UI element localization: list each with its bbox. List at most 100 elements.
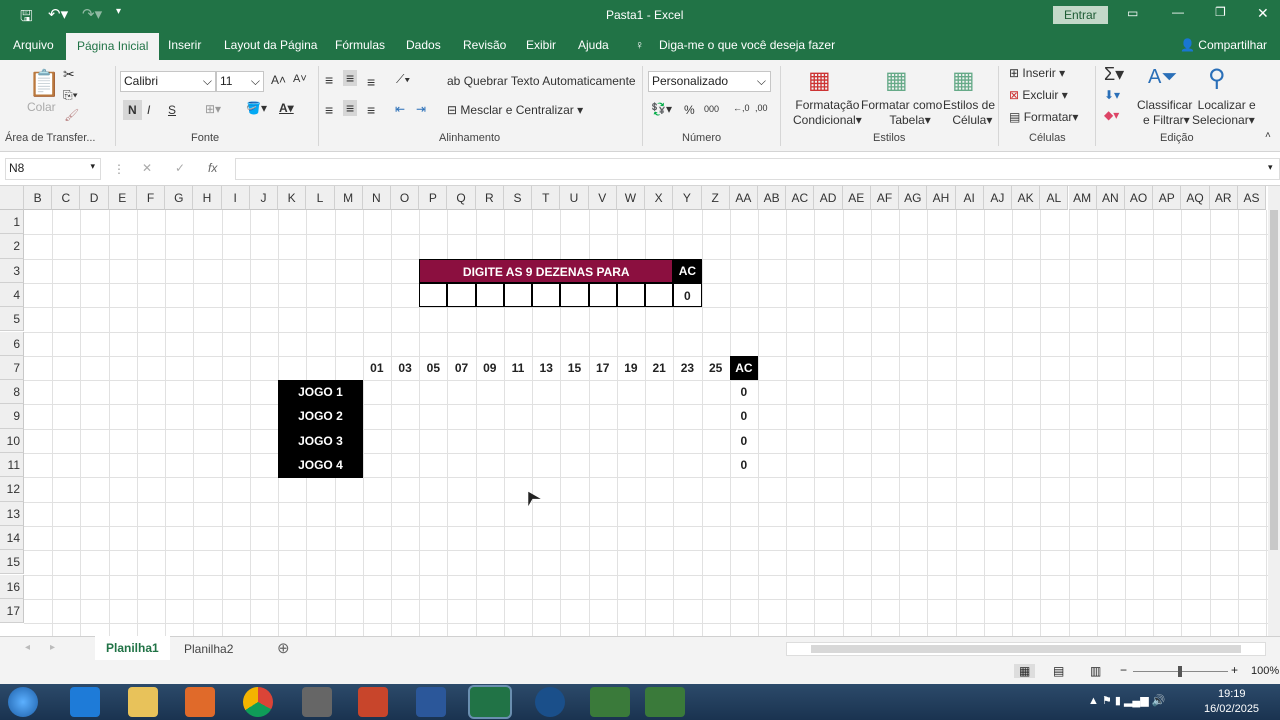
find-select-button[interactable]: Localizar e Selecionar▾ [1191, 98, 1256, 128]
column-header-Q[interactable]: Q [447, 186, 476, 210]
column-header-D[interactable]: D [80, 186, 109, 210]
tab-inserir[interactable]: Inserir [168, 38, 201, 52]
formula-input[interactable] [235, 158, 1280, 180]
close-button[interactable]: ✕ [1257, 5, 1269, 22]
maximize-button[interactable]: ❐ [1215, 5, 1226, 19]
row-header-6[interactable]: 6 [0, 331, 24, 356]
row-header-5[interactable]: 5 [0, 307, 24, 332]
tab-ajuda[interactable]: Ajuda [578, 38, 609, 52]
fill-icon[interactable]: ⬇▾ [1104, 88, 1120, 102]
column-header-K[interactable]: K [278, 186, 307, 210]
align-top-icon[interactable]: ≡ [325, 72, 333, 88]
row-header-12[interactable]: 12 [0, 477, 24, 502]
italic-button[interactable]: I [147, 103, 150, 117]
tab-revisao[interactable]: Revisão [463, 38, 506, 52]
name-box[interactable]: N8 ▾ [5, 158, 101, 180]
borders-icon[interactable]: ⊞▾ [205, 102, 221, 116]
align-bottom-icon[interactable]: ≡ [367, 74, 375, 90]
column-header-AO[interactable]: AO [1124, 186, 1154, 210]
dezena-input-cell[interactable] [532, 282, 561, 308]
dezena-input-cell[interactable] [503, 282, 533, 308]
bold-button[interactable]: N [123, 100, 142, 120]
column-header-O[interactable]: O [390, 186, 420, 210]
minimize-button[interactable]: — [1172, 5, 1184, 19]
redo-icon[interactable]: ↷▾ [82, 5, 102, 23]
tell-me-search[interactable]: Diga-me o que você deseja fazer [659, 38, 835, 52]
vertical-scrollbar[interactable] [1268, 186, 1280, 636]
expand-formula-icon[interactable]: ▾ [1268, 162, 1273, 173]
increase-indent-icon[interactable]: ⇥ [416, 102, 426, 116]
insert-cells-button[interactable]: ⊞ Inserir ▾ [1009, 66, 1065, 80]
orientation-icon[interactable]: ⟋▾ [396, 72, 410, 87]
word-icon[interactable] [416, 687, 446, 717]
column-header-AS[interactable]: AS [1237, 186, 1267, 210]
format-painter-icon[interactable]: 🖌 [64, 108, 79, 122]
sort-filter-button[interactable]: Classificar e Filtrar▾ [1137, 98, 1192, 128]
increase-decimal-icon[interactable]: ←,0 [733, 103, 750, 113]
column-header-Y[interactable]: Y [673, 186, 702, 210]
row-header-17[interactable]: 17 [0, 598, 24, 624]
decrease-decimal-icon[interactable]: ,00 [755, 103, 768, 113]
page-break-icon[interactable]: ▥ [1090, 664, 1101, 678]
worksheet-grid[interactable]: B C D E F G H I J K L M N O P Q R S T U V W X Y Z AA AB AC AD AE AF AG A… [0, 186, 1268, 636]
column-header-H[interactable]: H [193, 186, 222, 210]
camtasia-icon[interactable] [535, 687, 565, 717]
tab-dados[interactable]: Dados [406, 38, 441, 52]
media-player-icon[interactable] [185, 687, 215, 717]
collapse-ribbon-icon[interactable]: ˄ [1265, 130, 1271, 141]
column-header-M[interactable]: M [334, 186, 363, 210]
column-header-AR[interactable]: AR [1209, 186, 1238, 210]
decrease-indent-icon[interactable]: ⇤ [395, 102, 405, 116]
shrink-font-icon[interactable]: A˅ [293, 73, 307, 85]
tab-arquivo[interactable]: Arquivo [13, 38, 54, 52]
row-header-10[interactable]: 10 [0, 428, 24, 453]
column-header-P[interactable]: P [419, 186, 448, 210]
row-header-16[interactable]: 16 [0, 574, 24, 599]
paste-button[interactable]: Colar [27, 100, 56, 114]
dezena-input-cell[interactable] [475, 282, 504, 308]
column-header-J[interactable]: J [249, 186, 279, 210]
dezena-input-cell[interactable] [616, 282, 646, 308]
row-header-14[interactable]: 14 [0, 525, 24, 551]
currency-icon[interactable]: 💱▾ [651, 102, 672, 116]
align-left-icon[interactable]: ≡ [325, 102, 333, 118]
underline-button[interactable]: S [168, 103, 176, 117]
column-header-AE[interactable]: AE [842, 186, 871, 210]
row-header-4[interactable]: 4 [0, 282, 24, 308]
align-center-icon[interactable]: ≡ [343, 100, 358, 116]
column-header-AK[interactable]: AK [1012, 186, 1041, 210]
dezena-input-cell[interactable] [560, 282, 589, 308]
row-header-7[interactable]: 7 [0, 355, 24, 381]
dezena-input-cell[interactable] [645, 282, 674, 308]
tab-layout[interactable]: Layout da Página [224, 38, 317, 52]
camtasia-recorder-icon[interactable] [590, 687, 630, 717]
column-header-X[interactable]: X [645, 186, 674, 210]
select-all-corner[interactable] [0, 186, 24, 210]
zoom-in-button[interactable]: + [1231, 663, 1238, 677]
zoom-slider[interactable] [1133, 666, 1228, 677]
normal-view-icon[interactable]: ▦ [1014, 664, 1036, 678]
horizontal-scrollbar[interactable] [786, 642, 1266, 656]
column-header-AL[interactable]: AL [1040, 186, 1069, 210]
column-header-AF[interactable]: AF [870, 186, 900, 210]
excel-icon[interactable] [470, 687, 510, 717]
row-header-1[interactable]: 1 [0, 210, 24, 235]
row-header-9[interactable]: 9 [0, 404, 24, 429]
column-header-AJ[interactable]: AJ [983, 186, 1013, 210]
wrap-text-button[interactable]: ab Quebrar Texto Automaticamente [447, 74, 636, 88]
app-icon[interactable] [302, 687, 332, 717]
column-header-AH[interactable]: AH [927, 186, 956, 210]
insert-function-button[interactable]: fx [208, 161, 217, 175]
row-header-11[interactable]: 11 [0, 453, 24, 478]
column-header-Z[interactable]: Z [701, 186, 730, 210]
column-header-N[interactable]: N [362, 186, 391, 210]
clear-icon[interactable]: ◆▾ [1104, 108, 1119, 122]
column-header-AG[interactable]: AG [899, 186, 928, 210]
undo-icon[interactable]: ↶▾ [48, 5, 68, 23]
column-header-AN[interactable]: AN [1096, 186, 1125, 210]
column-header-AA[interactable]: AA [729, 186, 758, 210]
delete-cells-button[interactable]: ⊠ Excluir ▾ [1009, 88, 1068, 102]
add-sheet-icon[interactable]: ⊕ [277, 639, 290, 657]
column-header-C[interactable]: C [52, 186, 81, 210]
font-name-select[interactable]: Calibri ⌵ [120, 71, 216, 92]
